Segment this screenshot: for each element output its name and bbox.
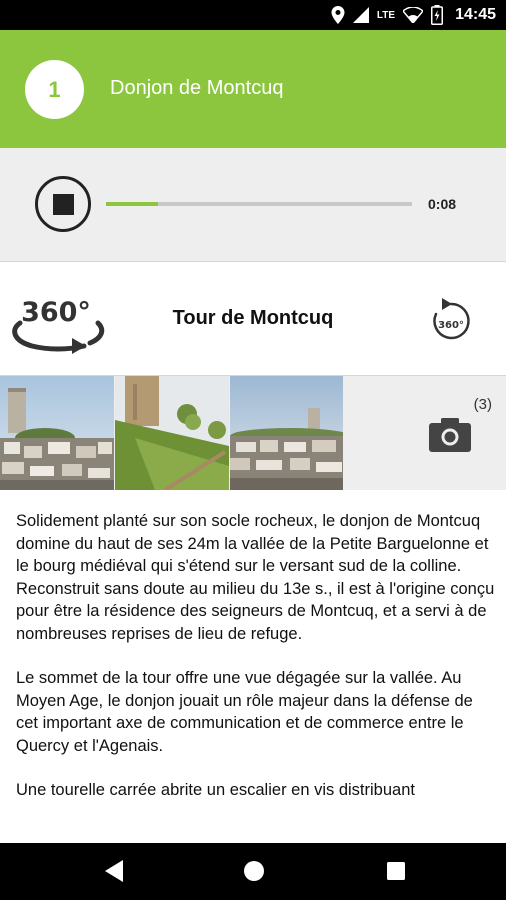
camera-icon [429, 418, 471, 452]
back-icon[interactable] [103, 859, 125, 883]
page-title: Donjon de Montcuq [110, 77, 284, 99]
stop-button[interactable] [35, 176, 91, 232]
replay-360-icon[interactable]: 360° [428, 298, 474, 344]
photo-gallery-button[interactable]: (3) [343, 376, 506, 490]
photo-count: (3) [473, 396, 492, 413]
tower-photo-1[interactable] [0, 376, 114, 490]
location-icon [331, 6, 345, 24]
stop-number-badge: 1 [25, 60, 84, 119]
network-type: LTE [376, 9, 396, 21]
tower-photo-3[interactable] [230, 376, 344, 490]
replay-360-label: 360° [438, 320, 464, 331]
tour-row: 360° Tour de Montcuq 360° [0, 263, 506, 376]
elapsed-time: 0:08 [428, 196, 457, 212]
status-time: 14:45 [455, 6, 496, 23]
audio-progress-bar[interactable] [106, 202, 412, 206]
description-paragraph: Une tourelle carrée abrite un escalier e… [16, 781, 415, 799]
app-header: 1 Donjon de Montcuq [0, 30, 506, 148]
status-bar: LTE 14:45 [0, 0, 506, 30]
status-icons: LTE 14:45 [331, 0, 496, 30]
home-icon[interactable] [242, 859, 266, 883]
tower-photo-2[interactable] [115, 376, 229, 490]
description-text: Solidement planté sur son socle rocheux,… [16, 510, 496, 824]
wifi-icon [403, 7, 424, 23]
signal-icon [352, 7, 369, 23]
recents-icon[interactable] [385, 859, 407, 883]
navigation-bar [0, 843, 506, 900]
photo-gallery: (3) [0, 376, 506, 490]
description-paragraph: Le sommet de la tour offre une vue dégag… [16, 669, 473, 755]
description-paragraph: Solidement planté sur son socle rocheux,… [16, 512, 495, 643]
audio-progress-fill [106, 202, 159, 206]
audio-player: 0:08 [0, 148, 506, 262]
stop-icon [52, 193, 74, 215]
battery-icon [431, 5, 444, 25]
